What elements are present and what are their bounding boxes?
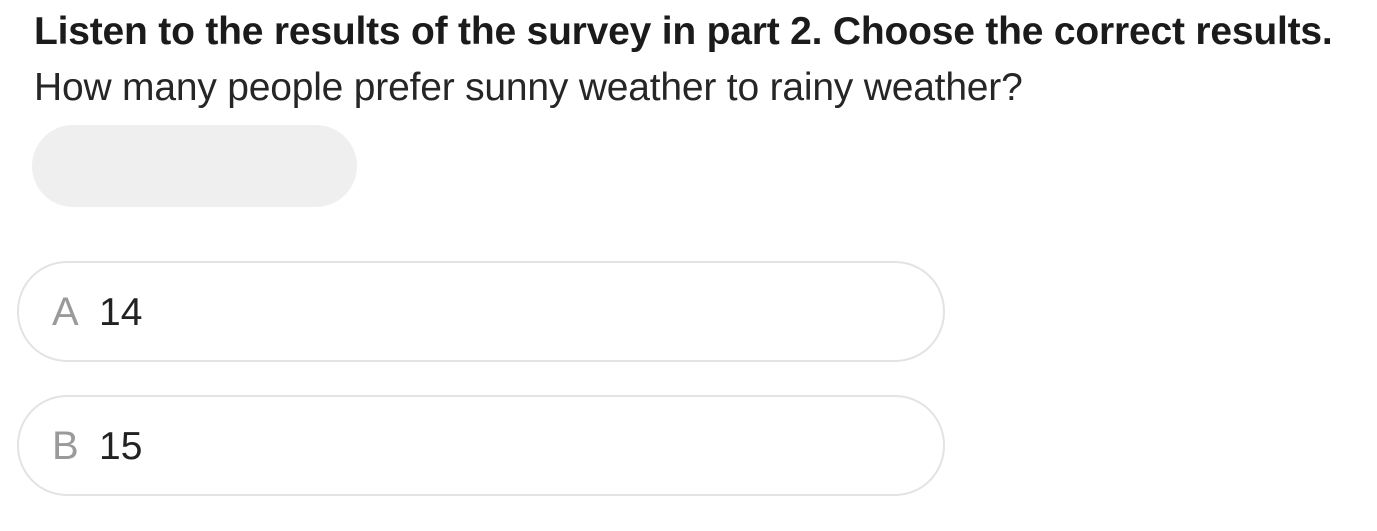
option-letter: B [52, 424, 79, 468]
option-text: 14 [99, 291, 143, 334]
option-text: 15 [99, 425, 143, 468]
option-a[interactable]: A 14 [17, 261, 945, 362]
option-b[interactable]: B 15 [17, 395, 945, 496]
audio-play-button[interactable] [32, 125, 357, 301]
option-letter: A [52, 290, 79, 334]
instruction-text: Listen to the results of the survey in p… [34, 10, 1333, 53]
question-text: How many people prefer sunny weather to … [34, 66, 1023, 109]
